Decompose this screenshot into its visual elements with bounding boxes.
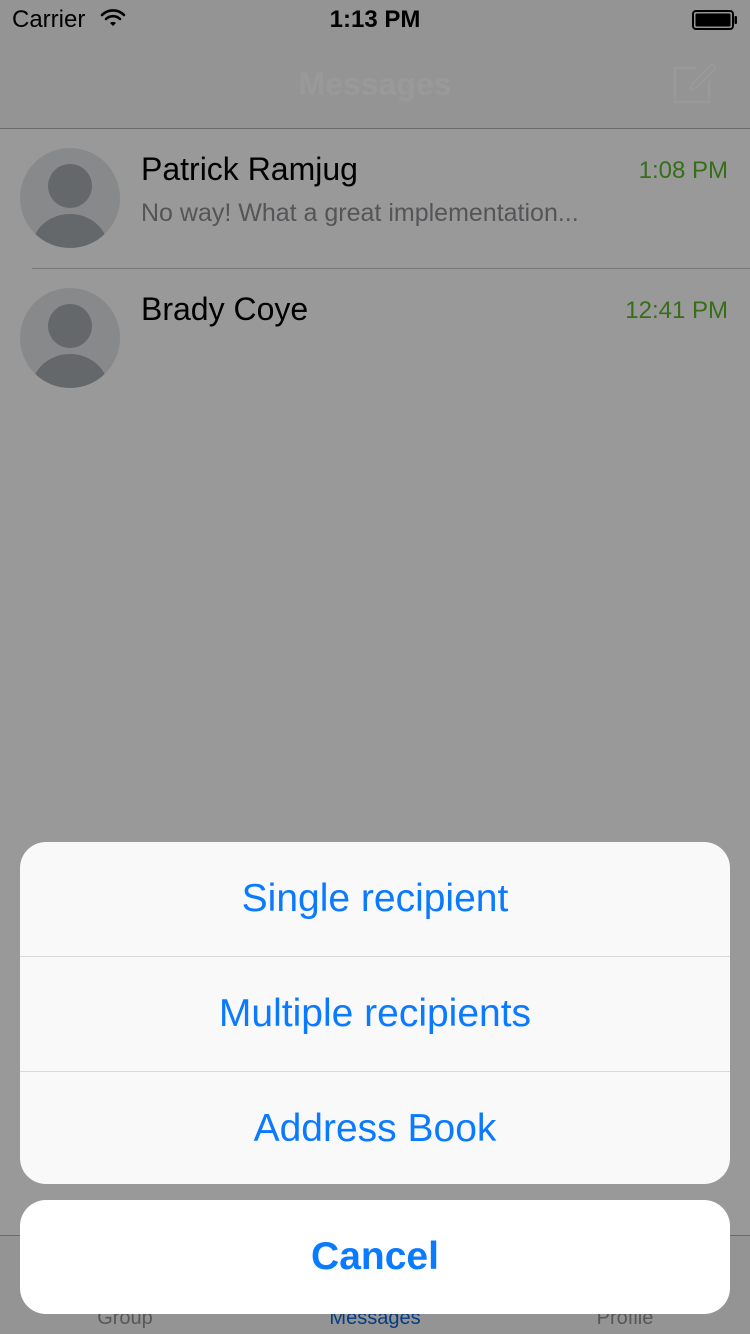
address-book-button[interactable]: Address Book [20,1072,730,1184]
action-sheet: Single recipient Multiple recipients Add… [20,842,730,1184]
cancel-button[interactable]: Cancel [20,1200,730,1314]
single-recipient-button[interactable]: Single recipient [20,842,730,957]
multiple-recipients-button[interactable]: Multiple recipients [20,957,730,1072]
screen: Carrier 1:13 PM Messages Patrick Ramjug … [0,0,750,1334]
